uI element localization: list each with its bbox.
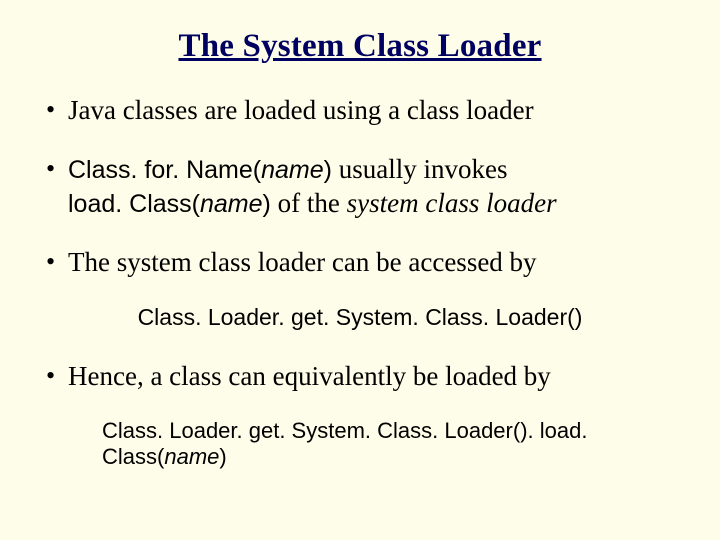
bullet-1: Java classes are loaded using a class lo…	[44, 93, 676, 128]
bullet-3: The system class loader can be accessed …	[44, 245, 676, 280]
bullet-1-text: Java classes are loaded using a class lo…	[68, 95, 534, 125]
bullet-4-text: Hence, a class can equivalently be loade…	[68, 361, 551, 391]
bullet-3-text: The system class loader can be accessed …	[68, 247, 537, 277]
slide: The System Class Loader Java classes are…	[0, 0, 720, 540]
b2-code1a: Class. for. Name(	[68, 156, 261, 184]
code-line-4: Class. Loader. get. System. Class. Loade…	[102, 418, 676, 470]
b2-code1b: name	[261, 156, 324, 184]
code4b: name	[164, 444, 219, 469]
b2-t2: of the	[271, 188, 347, 218]
bullet-list-2: Hence, a class can equivalently be loade…	[44, 359, 676, 394]
b2-t1: usually invokes	[332, 154, 508, 184]
code-line-3: Class. Loader. get. System. Class. Loade…	[44, 303, 676, 333]
bullet-4: Hence, a class can equivalently be loade…	[44, 359, 676, 394]
b2-code1c: )	[324, 156, 332, 184]
code4c: )	[219, 444, 226, 469]
bullet-2: Class. for. Name(name) usually invokes l…	[44, 152, 676, 221]
b2-code2c: )	[263, 190, 271, 218]
slide-title: The System Class Loader	[44, 28, 676, 65]
b2-code2a: load. Class(	[68, 190, 200, 218]
b2-code2b: name	[200, 190, 263, 218]
b2-ital: system class loader	[347, 188, 557, 218]
bullet-list: Java classes are loaded using a class lo…	[44, 93, 676, 279]
